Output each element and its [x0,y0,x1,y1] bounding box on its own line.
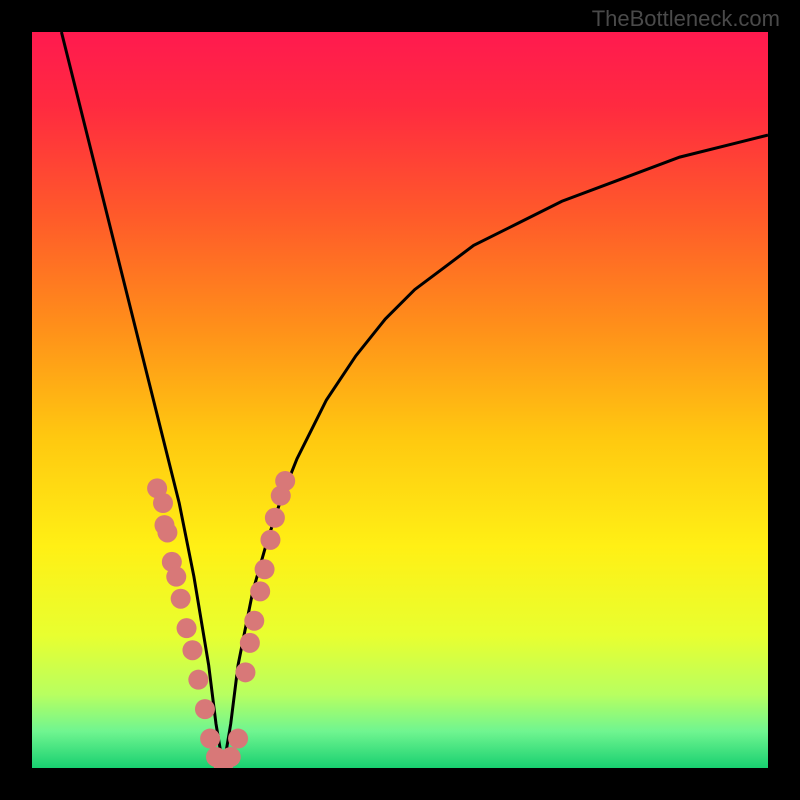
data-dot [182,640,202,660]
data-dot [153,493,173,513]
plot-area [32,32,768,768]
data-dot [188,670,208,690]
data-dot [265,508,285,528]
data-dot [260,530,280,550]
data-dot [228,729,248,749]
data-dot [235,662,255,682]
data-dot [166,567,186,587]
watermark-text: TheBottleneck.com [592,6,780,32]
data-dot [250,581,270,601]
data-dot [200,729,220,749]
data-dot [255,559,275,579]
data-dot [177,618,197,638]
data-dot [195,699,215,719]
gradient-background [32,32,768,768]
data-dot [240,633,260,653]
data-dot [221,747,241,767]
data-dot [275,471,295,491]
data-dot [244,611,264,631]
data-dot [157,522,177,542]
chart-svg [32,32,768,768]
data-dot [171,589,191,609]
